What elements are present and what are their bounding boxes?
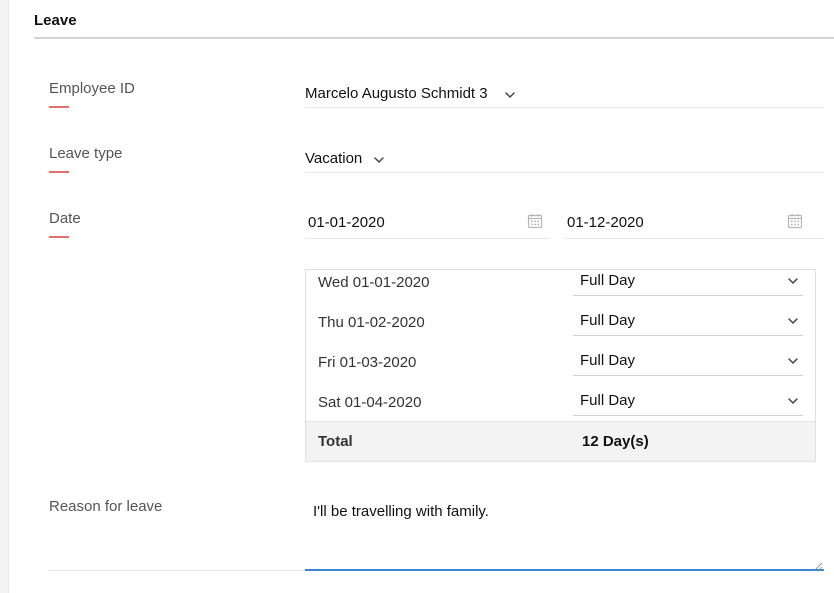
left-rail: [0, 0, 9, 593]
employee-id-label: Employee ID: [49, 80, 135, 97]
employee-id-select[interactable]: Marcelo Augusto Schmidt 3: [305, 74, 824, 108]
day-type-select[interactable]: Full Day: [573, 310, 803, 336]
reason-textarea[interactable]: I'll be travelling with family.: [305, 490, 824, 571]
leave-type-label: Leave type: [49, 145, 123, 162]
day-date: Sat 01-04-2020: [318, 394, 422, 411]
date-label: Date: [49, 210, 81, 227]
chevron-down-icon: [787, 395, 799, 407]
day-type-select[interactable]: Full Day: [573, 350, 803, 376]
employee-id-value: Marcelo Augusto Schmidt 3: [305, 85, 488, 102]
reason-divider: [49, 570, 305, 571]
chevron-down-icon: [504, 89, 516, 101]
table-row: Wed 01-01-2020 Full Day: [306, 270, 815, 310]
calendar-icon[interactable]: [527, 213, 543, 229]
total-label: Total: [318, 433, 353, 450]
day-type-value: Full Day: [580, 352, 636, 369]
chevron-down-icon: [787, 355, 799, 367]
date-from-field[interactable]: 01-01-2020: [305, 205, 550, 239]
reason-label: Reason for leave: [49, 498, 163, 515]
table-row: Thu 01-02-2020 Full Day: [306, 310, 815, 350]
day-type-value: Full Day: [580, 272, 636, 289]
day-type-value: Full Day: [580, 312, 636, 329]
day-type-value: Full Day: [580, 392, 636, 409]
date-to-value: 01-12-2020: [567, 214, 644, 231]
section-title: Leave: [34, 12, 77, 29]
day-date: Wed 01-01-2020: [318, 274, 430, 291]
date-to-field[interactable]: 01-12-2020: [564, 205, 824, 239]
date-from-value: 01-01-2020: [308, 214, 385, 231]
table-row: Fri 01-03-2020 Full Day: [306, 350, 815, 390]
chevron-down-icon: [373, 154, 385, 166]
chevron-down-icon: [787, 315, 799, 327]
leave-type-value: Vacation: [305, 150, 363, 167]
resize-grip-icon[interactable]: [814, 558, 823, 571]
employee-id-accent: [49, 106, 69, 108]
leave-type-accent: [49, 171, 69, 173]
date-accent: [49, 236, 69, 238]
day-type-select[interactable]: Full Day: [573, 390, 803, 416]
calendar-icon[interactable]: [787, 213, 803, 229]
leave-type-select[interactable]: Vacation: [305, 139, 824, 173]
total-row: Total 12 Day(s): [306, 421, 815, 461]
total-value: 12 Day(s): [582, 433, 649, 450]
section-divider: [34, 37, 834, 39]
day-date: Fri 01-03-2020: [318, 354, 417, 371]
day-date: Thu 01-02-2020: [318, 314, 425, 331]
chevron-down-icon: [787, 275, 799, 287]
reason-value: I'll be travelling with family.: [313, 503, 489, 520]
day-type-select[interactable]: Full Day: [573, 270, 803, 296]
leave-days-table: Wed 01-01-2020 Full Day Thu 01-02-2020 F…: [305, 269, 816, 462]
